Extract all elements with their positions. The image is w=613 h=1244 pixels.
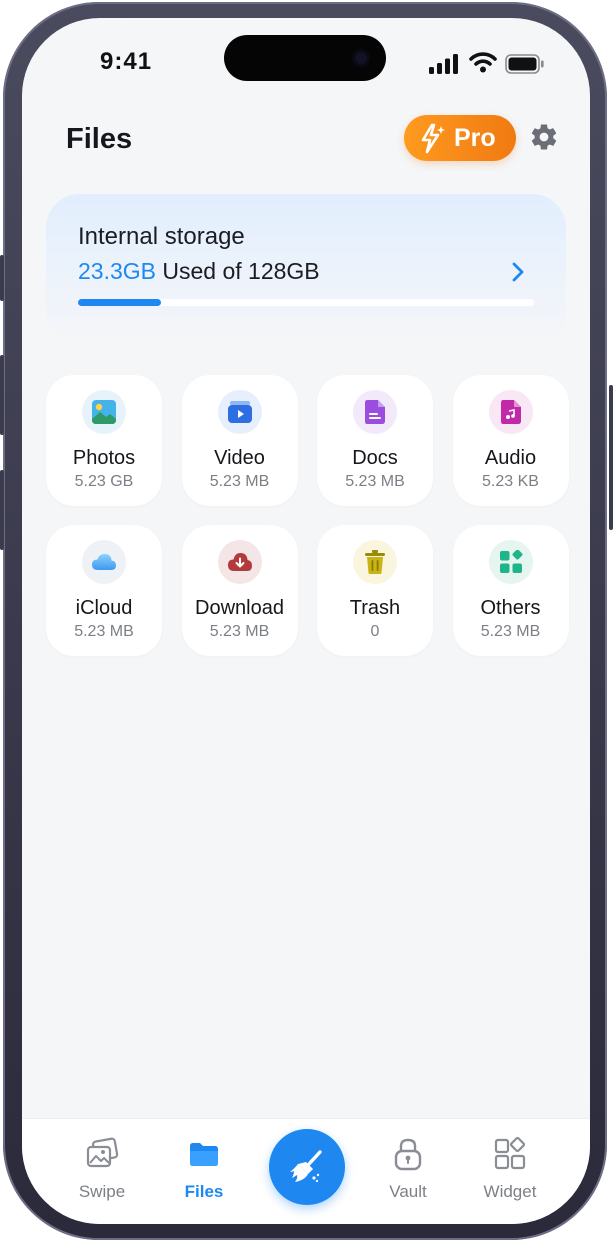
tab-label: Vault <box>389 1182 427 1201</box>
tab-label: Swipe <box>78 1182 126 1201</box>
volume-down-button <box>0 470 4 550</box>
video-icon <box>217 390 262 434</box>
trash-icon <box>353 540 397 584</box>
category-icloud[interactable]: iCloud 5.23 MB <box>46 525 162 656</box>
category-video[interactable]: Video 5.23 MB <box>181 375 298 506</box>
audio-icon <box>488 390 533 434</box>
category-size: 0 <box>370 623 380 640</box>
wifi-icon <box>469 52 497 73</box>
tab-label: Widget <box>483 1182 537 1201</box>
category-audio[interactable]: Audio 5.23 KB <box>452 375 569 506</box>
status-bar: 9:41 <box>22 18 590 98</box>
tab-swipe[interactable]: Swipe <box>57 1137 147 1202</box>
category-name: Docs <box>352 447 398 469</box>
storage-total-text: Used of 128GB <box>156 258 320 284</box>
category-name: Photos <box>72 447 136 469</box>
internal-storage-card[interactable]: Internal storage 23.3GB Used of 128GB <box>46 194 566 348</box>
category-others[interactable]: Others 5.23 MB <box>452 525 569 656</box>
category-size: 5.23 MB <box>480 623 541 640</box>
category-name: Video <box>214 447 265 469</box>
dynamic-island <box>224 35 386 81</box>
category-docs[interactable]: Docs 5.23 MB <box>317 375 433 506</box>
category-grid: Photos 5.23 GB Video 5.23 MB Docs 5.23 M… <box>46 375 570 656</box>
category-name: iCloud <box>75 597 133 619</box>
category-download[interactable]: Download 5.23 MB <box>181 525 298 656</box>
storage-used-amount: 23.3GB <box>78 258 156 284</box>
pro-upgrade-button[interactable]: Pro <box>404 115 516 161</box>
storage-progress-bar <box>78 299 534 306</box>
tab-files[interactable]: Files <box>159 1137 249 1202</box>
chevron-right-icon[interactable] <box>508 260 528 284</box>
cellular-signal-icon <box>429 54 458 74</box>
docs-icon <box>353 390 397 434</box>
settings-gear-icon[interactable] <box>529 122 559 152</box>
volume-up-button <box>0 355 4 435</box>
tab-vault[interactable]: Vault <box>363 1137 453 1202</box>
category-trash[interactable]: Trash 0 <box>317 525 433 656</box>
category-name: Others <box>480 597 541 619</box>
photo-stack-icon <box>86 1137 119 1168</box>
action-button <box>0 255 4 301</box>
category-size: 5.23 MB <box>209 623 270 640</box>
category-size: 5.23 MB <box>345 473 405 490</box>
storage-usage-text: 23.3GB Used of 128GB <box>78 258 320 285</box>
category-size: 5.23 GB <box>74 473 134 490</box>
category-size: 5.23 KB <box>482 473 539 490</box>
category-size: 5.23 MB <box>74 623 134 640</box>
status-time: 9:41 <box>100 48 153 75</box>
battery-icon <box>505 54 544 74</box>
pro-label: Pro <box>454 123 496 152</box>
folder-icon <box>190 1143 218 1166</box>
category-name: Audio <box>484 447 537 469</box>
category-photos[interactable]: Photos 5.23 GB <box>46 375 162 506</box>
clean-broom-button[interactable] <box>269 1129 345 1205</box>
photos-icon <box>82 390 126 434</box>
broom-icon <box>290 1150 322 1183</box>
icloud-icon <box>82 540 126 584</box>
camera-icon <box>352 49 370 67</box>
download-icon <box>217 540 262 584</box>
category-name: Trash <box>349 597 401 619</box>
lock-icon <box>394 1138 422 1171</box>
storage-progress-fill <box>78 299 161 306</box>
screen: 9:41 Files Pro Internal storage 23.3GB U… <box>22 18 590 1224</box>
others-icon <box>488 540 533 584</box>
lightning-bolt-icon <box>421 123 445 154</box>
tab-widget[interactable]: Widget <box>465 1136 555 1202</box>
category-name: Download <box>195 597 284 619</box>
widget-grid-icon <box>494 1136 526 1170</box>
category-size: 5.23 MB <box>209 473 270 490</box>
bottom-tab-bar: Swipe Files Vault Widget <box>22 1118 590 1224</box>
storage-label: Internal storage <box>78 223 245 250</box>
page-title: Files <box>66 123 133 155</box>
tab-label: Files <box>184 1182 224 1201</box>
power-button <box>609 385 613 530</box>
